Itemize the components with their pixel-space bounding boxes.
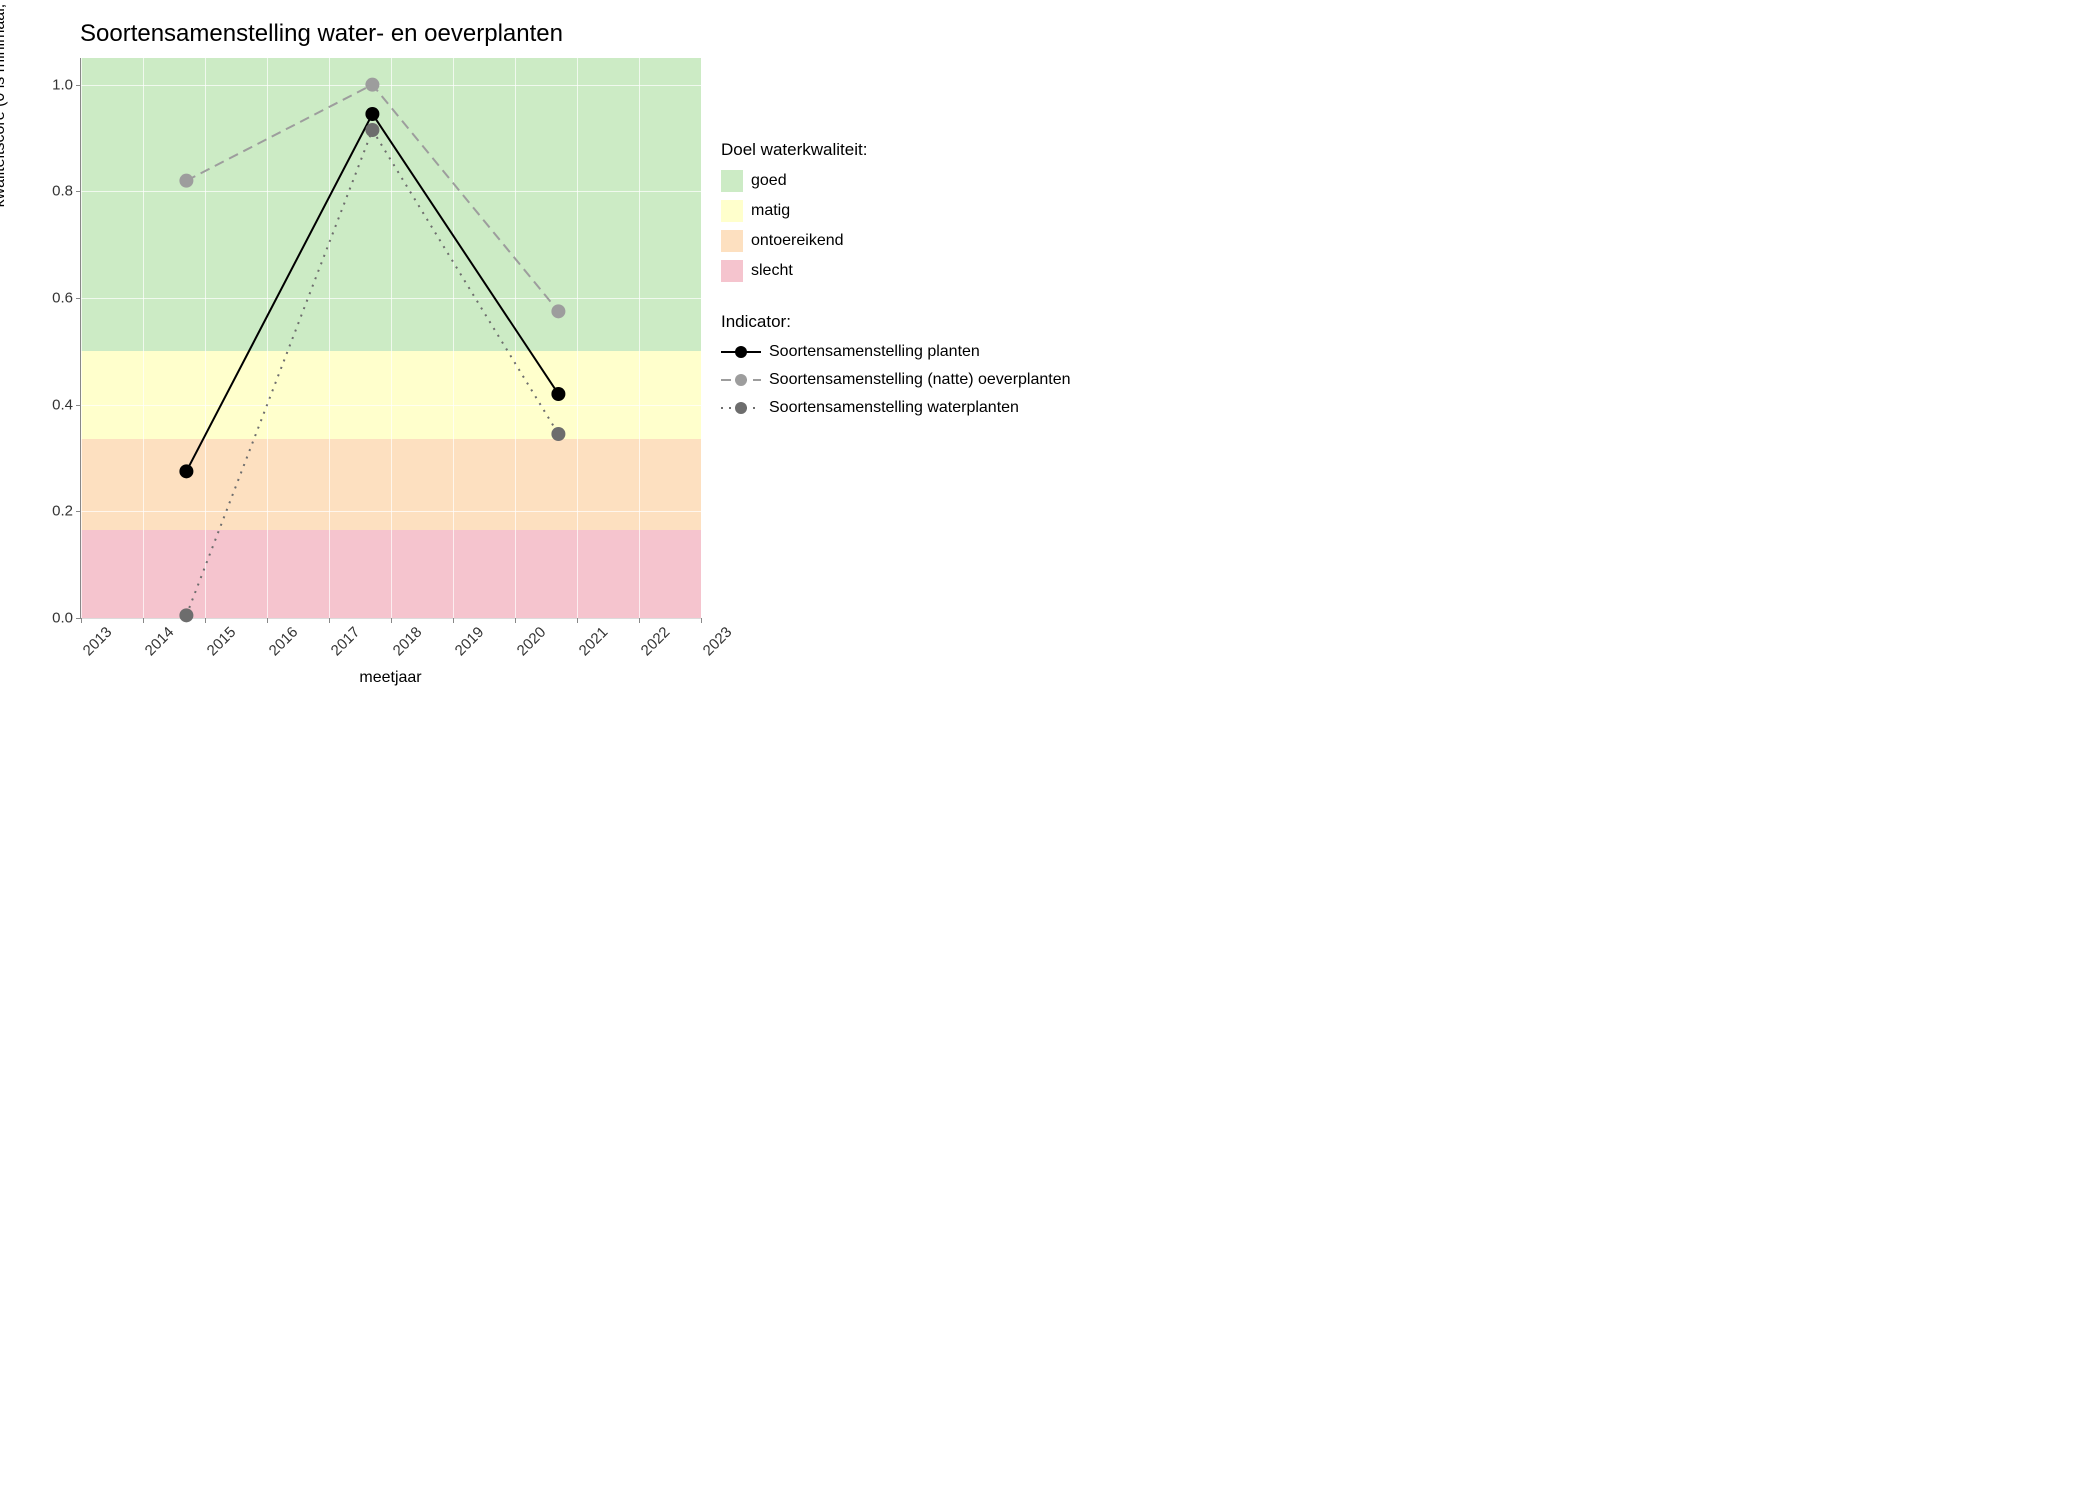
x-tick-label: 2023 [694, 618, 735, 659]
legend-quality-item-ontoereikend: ontoereikend [721, 230, 1071, 252]
legend-quality-group: Doel waterkwaliteit: goed matig ontoereike… [721, 140, 1071, 282]
legend-quality-item-matig: matig [721, 200, 1071, 222]
legend: Doel waterkwaliteit: goed matig ontoereike… [721, 140, 1071, 448]
x-tick-label: 2014 [136, 618, 177, 659]
data-point [365, 123, 379, 137]
data-point [551, 427, 565, 441]
legend-label: Soortensamenstelling waterplanten [769, 399, 1019, 417]
legend-label: Soortensamenstelling planten [769, 343, 980, 361]
legend-indicator-group: Indicator: Soortensamenstelling planten S… [721, 312, 1071, 418]
legend-label: goed [751, 172, 787, 190]
legend-quality-item-goed: goed [721, 170, 1071, 192]
legend-label: ontoereikend [751, 232, 844, 250]
legend-quality-title: Doel waterkwaliteit: [721, 140, 1071, 160]
y-tick-label: 0.6 [52, 290, 81, 307]
y-tick-label: 1.0 [52, 76, 81, 93]
x-tick-label: 2022 [632, 618, 673, 659]
x-tick-label: 2017 [322, 618, 363, 659]
data-point [179, 174, 193, 188]
data-point [551, 387, 565, 401]
legend-line-sample [721, 342, 761, 362]
legend-line-sample [721, 370, 761, 390]
y-tick-label: 0.4 [52, 396, 81, 413]
legend-indicator-item: Soortensamenstelling waterplanten [721, 398, 1071, 418]
data-point [365, 107, 379, 121]
y-tick-label: 0.2 [52, 503, 81, 520]
series-line [186, 114, 558, 471]
x-tick-label: 2018 [384, 618, 425, 659]
data-point [551, 304, 565, 318]
legend-swatch [721, 170, 743, 192]
chart-title: Soortensamenstelling water- en oeverplan… [80, 20, 701, 48]
y-axis-label: kwaliteitscore (0 is minimaal, 1 is maxi… [0, 0, 9, 207]
plot-region: 0.00.20.40.60.81.02013201420152016201720… [80, 58, 701, 619]
legend-indicator-item: Soortensamenstelling (natte) oeverplante… [721, 370, 1071, 390]
legend-swatch [721, 200, 743, 222]
series-line [186, 130, 558, 615]
y-tick-label: 0.0 [52, 610, 81, 627]
legend-swatch [721, 260, 743, 282]
legend-label: Soortensamenstelling (natte) oeverplante… [769, 371, 1071, 389]
chart-area: Soortensamenstelling water- en oeverplan… [20, 20, 701, 687]
x-tick-label: 2016 [260, 618, 301, 659]
legend-quality-item-slecht: slecht [721, 260, 1071, 282]
data-point [179, 608, 193, 622]
x-tick-label: 2020 [508, 618, 549, 659]
x-axis-label: meetjaar [80, 669, 701, 687]
data-point [179, 464, 193, 478]
series-overlay [81, 58, 701, 618]
x-tick-label: 2021 [570, 618, 611, 659]
data-point [365, 78, 379, 92]
legend-indicator-title: Indicator: [721, 312, 1071, 332]
legend-label: matig [751, 202, 790, 220]
x-tick-label: 2019 [446, 618, 487, 659]
grid-line-v [701, 58, 702, 618]
y-tick-label: 0.8 [52, 183, 81, 200]
legend-line-sample [721, 398, 761, 418]
x-tick-label: 2015 [198, 618, 239, 659]
legend-indicator-item: Soortensamenstelling planten [721, 342, 1071, 362]
legend-label: slecht [751, 262, 793, 280]
chart-container: Soortensamenstelling water- en oeverplan… [20, 20, 2080, 687]
legend-swatch [721, 230, 743, 252]
